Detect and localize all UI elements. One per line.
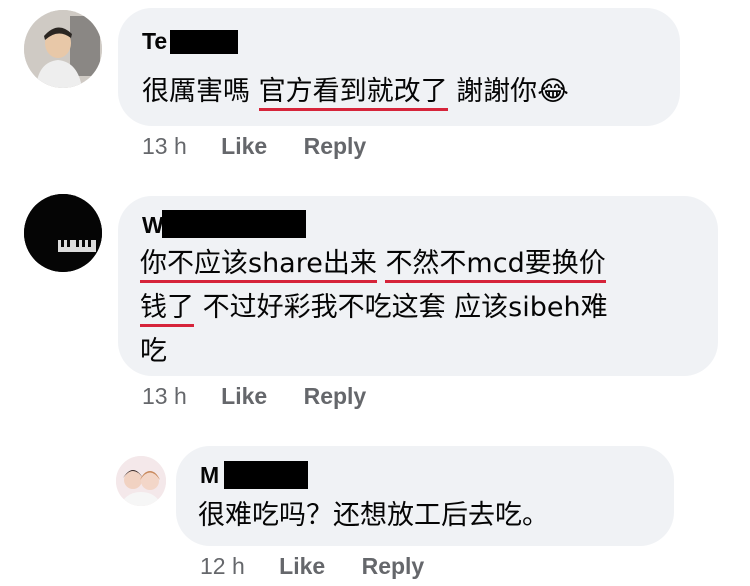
couple-photo-icon [116, 456, 166, 506]
comment-actions: 13 h Like Reply [142, 383, 366, 410]
comment-author[interactable]: W [142, 212, 164, 239]
reply-button[interactable]: Reply [304, 383, 367, 409]
comment-text: 你不应该share出来 不然不mcd要换价 钱了 不过好彩我不吃这套 应该sib… [140, 242, 608, 374]
comment-text-underlined: 官方看到就改了 [258, 76, 448, 111]
comment-bubble: W 你不应该share出来 不然不mcd要换价 钱了 不过好彩我不吃这套 应该s… [118, 196, 718, 376]
redaction-bar [224, 461, 308, 489]
avatar[interactable] [24, 10, 102, 88]
comment-author[interactable]: M [200, 462, 219, 489]
comment-text: 很难吃吗？还想放工后去吃。 [198, 500, 549, 531]
comment-actions: 12 h Like Reply [200, 553, 424, 580]
avatar[interactable] [116, 456, 166, 506]
comment-text-part: 不过好彩我不吃这套 应该sibeh难 [194, 292, 608, 323]
comment-text-part: 吃 [140, 336, 167, 367]
person-photo-icon [24, 10, 102, 88]
avatar[interactable] [24, 194, 102, 272]
comment-text-underlined: 钱了 [140, 292, 194, 327]
comment-timestamp[interactable]: 12 h [200, 553, 245, 579]
comment-text: 很厲害嗎 官方看到就改了 謝謝你😂 [142, 70, 569, 114]
redaction-bar [162, 210, 306, 238]
comment-timestamp[interactable]: 13 h [142, 383, 187, 409]
comment-text-part: 很厲害嗎 [142, 76, 259, 107]
redaction-bar [170, 30, 238, 54]
like-button[interactable]: Like [221, 383, 267, 409]
comment-timestamp[interactable]: 13 h [142, 133, 187, 159]
reply-button[interactable]: Reply [362, 553, 425, 579]
like-button[interactable]: Like [221, 133, 267, 159]
comment-actions: 13 h Like Reply [142, 133, 366, 160]
comment-text-part: 謝謝你 [447, 76, 538, 107]
comment-text-underlined: 不然不mcd要换价 [385, 248, 606, 283]
reply-button[interactable]: Reply [304, 133, 367, 159]
laughing-emoji-icon: 😂 [537, 76, 569, 107]
comment-text-underlined: 你不应该share出来 [140, 248, 377, 283]
comment-bubble: M 很难吃吗？还想放工后去吃。 [176, 446, 674, 546]
piano-photo-icon [24, 194, 102, 272]
comment-author[interactable]: Te [142, 28, 167, 55]
like-button[interactable]: Like [279, 553, 325, 579]
comment-bubble: Te 很厲害嗎 官方看到就改了 謝謝你😂 [118, 8, 680, 126]
